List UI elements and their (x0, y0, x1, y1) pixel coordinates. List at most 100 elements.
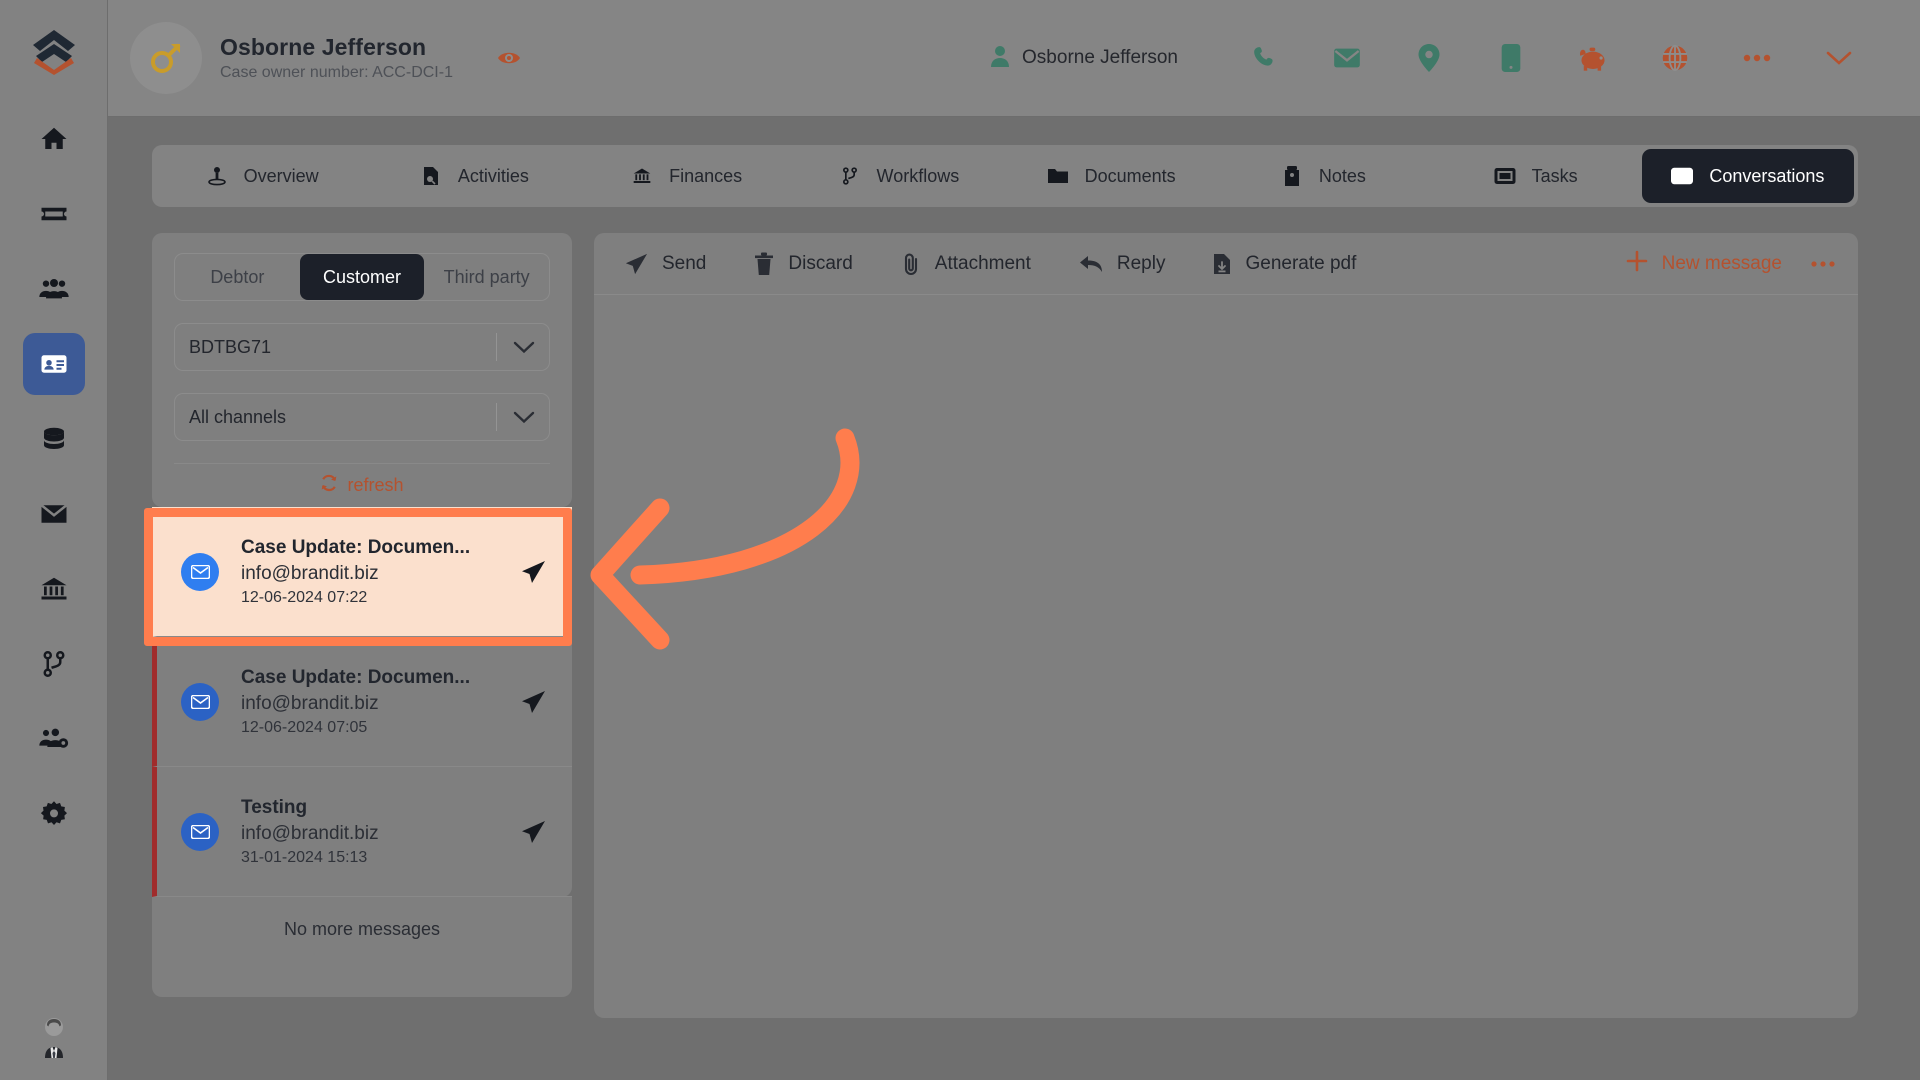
new-message-button[interactable]: New message (1626, 250, 1782, 278)
message-body (594, 295, 1858, 1018)
note-icon (1281, 166, 1303, 186)
header-user[interactable]: Osborne Jefferson (990, 45, 1178, 72)
new-message-label: New message (1661, 252, 1782, 274)
message-date: 31-01-2024 15:13 (241, 848, 368, 866)
segment-debtor[interactable]: Debtor (175, 254, 300, 300)
case-owner-number: Case owner number: ACC-DCI-1 (220, 64, 453, 81)
message-toolbar: Send Discard Attachment Reply Generate p… (594, 233, 1858, 295)
tab-bar: Overview Activities Finances Workflows D… (152, 145, 1858, 207)
plus-icon (1626, 250, 1648, 278)
male-symbol-icon (130, 22, 202, 94)
trash-icon (754, 252, 774, 276)
app-logo[interactable] (27, 24, 81, 78)
refresh-label: refresh (347, 475, 404, 495)
more-actions[interactable] (1716, 37, 1798, 79)
message-subject: Case Update: Documen... (241, 666, 471, 688)
message-from: info@brandit.biz (241, 692, 379, 714)
sidebar-item-settings[interactable] (23, 783, 85, 845)
message-more-button[interactable] (1810, 260, 1836, 268)
sidebar-item-finances[interactable] (23, 558, 85, 620)
mobile-action[interactable] (1470, 37, 1552, 79)
select-divider (496, 403, 497, 431)
generate-pdf-label: Generate pdf (1245, 252, 1357, 274)
discard-label: Discard (788, 252, 853, 274)
selected-message-highlight (144, 508, 572, 646)
tab-workflows[interactable]: Workflows (793, 149, 1005, 203)
tab-tasks[interactable]: Tasks (1430, 149, 1642, 203)
no-more-messages: No more messages (152, 897, 572, 997)
send-label: Send (662, 252, 707, 274)
tab-label: Notes (1318, 165, 1366, 186)
tab-conversations[interactable]: Conversations (1641, 149, 1854, 203)
message-detail-panel: Send Discard Attachment Reply Generate p… (594, 233, 1858, 1018)
file-download-icon (1213, 253, 1231, 275)
web-action[interactable] (1634, 37, 1716, 79)
segment-customer[interactable]: Customer (299, 254, 425, 300)
case-select[interactable]: BDTBG71 (174, 323, 550, 371)
tab-label: Tasks (1531, 165, 1578, 186)
ellipsis-icon (1810, 260, 1836, 268)
call-action[interactable] (1224, 37, 1306, 79)
tab-notes[interactable]: Notes (1217, 149, 1429, 203)
message-date: 12-06-2024 07:05 (241, 718, 368, 736)
attachment-button[interactable]: Attachment (901, 252, 1031, 276)
overview-icon (206, 166, 228, 186)
message-subject: Testing (241, 796, 308, 818)
attachment-label: Attachment (934, 252, 1031, 274)
tab-documents[interactable]: Documents (1005, 149, 1217, 203)
tab-finances[interactable]: Finances (581, 149, 793, 203)
tab-label: Activities (457, 165, 529, 186)
channel-select[interactable]: All channels (174, 393, 550, 441)
segment-third-party[interactable]: Third party (424, 254, 549, 300)
chevron-down-icon (513, 324, 535, 370)
left-rail (0, 0, 108, 1080)
page-header: Osborne Jefferson Case owner number: ACC… (108, 0, 1920, 117)
conversations-layout: Debtor Customer Third party BDTBG71 All … (152, 233, 1858, 1080)
sidebar-item-workflows[interactable] (23, 633, 85, 695)
tab-label: Workflows (876, 165, 960, 186)
rail-item-list (0, 108, 107, 858)
send-button[interactable]: Send (624, 252, 706, 276)
finance-action[interactable] (1552, 37, 1634, 79)
sidebar-item-cases[interactable] (23, 183, 85, 245)
envelope-icon (181, 812, 219, 851)
select-divider (496, 333, 497, 361)
envelope-icon (1671, 167, 1694, 185)
paper-plane-icon (520, 819, 546, 845)
eye-icon[interactable] (497, 49, 521, 67)
reply-arrow-icon (1079, 254, 1103, 274)
list-item[interactable]: Case Update: Documen... info@brandit.biz… (152, 637, 572, 767)
tab-label: Overview (243, 165, 319, 186)
activities-icon (420, 166, 442, 186)
tab-overview[interactable]: Overview (156, 149, 368, 203)
refresh-button[interactable]: refresh (174, 463, 550, 507)
tasks-icon (1494, 167, 1516, 185)
tab-label: Documents (1084, 165, 1176, 186)
folder-icon (1047, 167, 1069, 185)
header-user-name: Osborne Jefferson (1022, 47, 1178, 68)
tab-activities[interactable]: Activities (368, 149, 580, 203)
paper-plane-icon (520, 689, 546, 715)
paper-plane-icon (624, 252, 648, 276)
discard-button[interactable]: Discard (754, 252, 853, 276)
sidebar-item-home[interactable] (23, 108, 85, 170)
email-action[interactable] (1306, 37, 1388, 79)
sidebar-item-debtors[interactable] (22, 333, 85, 395)
expand-header[interactable] (1798, 37, 1880, 79)
reply-button[interactable]: Reply (1079, 253, 1165, 275)
person-icon (990, 45, 1010, 72)
page-title: Osborne Jefferson (220, 34, 427, 60)
bank-icon (631, 166, 653, 186)
workflow-icon (839, 166, 861, 186)
sidebar-item-user-management[interactable] (23, 708, 85, 770)
sidebar-item-mail[interactable] (23, 483, 85, 545)
generate-pdf-button[interactable]: Generate pdf (1213, 253, 1356, 275)
list-item[interactable]: Testing info@brandit.biz 31-01-2024 15:1… (152, 767, 572, 897)
app-root: Osborne Jefferson Case owner number: ACC… (0, 0, 1920, 1080)
sidebar-item-data[interactable] (23, 408, 85, 470)
channel-select-value: All channels (189, 406, 287, 427)
refresh-icon (320, 474, 338, 497)
address-action[interactable] (1388, 37, 1470, 79)
user-avatar[interactable] (31, 1012, 77, 1058)
sidebar-item-customers[interactable] (23, 258, 85, 320)
